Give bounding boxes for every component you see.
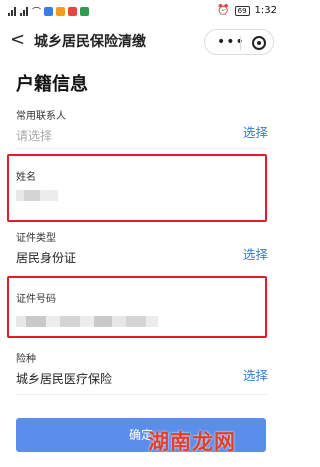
app-icon xyxy=(68,7,78,16)
id-type-select-button[interactable]: 选择 xyxy=(243,244,268,263)
app-icon xyxy=(80,7,90,16)
contact-label: 常用联系人 xyxy=(16,111,66,122)
signal-icon-2 xyxy=(20,7,29,16)
watermark-logo: 湖南龙网 xyxy=(148,424,282,460)
id-type-label: 证件类型 xyxy=(16,233,56,244)
app-icon xyxy=(56,7,66,16)
page-title: 户籍信息 xyxy=(16,74,88,95)
insurance-value: 城乡居民医疗保险 xyxy=(16,372,113,386)
id-type-field[interactable]: 证件类型 居民身份证 选择 xyxy=(16,229,268,265)
battery-icon: 69 xyxy=(234,5,250,16)
highlight-box-name xyxy=(7,154,267,222)
close-icon[interactable] xyxy=(252,36,266,50)
nav-bar: < 城乡居民保险清缴 ••• xyxy=(0,24,285,58)
mini-program-capsule: ••• xyxy=(204,29,274,55)
contact-select-button[interactable]: 选择 xyxy=(243,122,268,141)
contact-field[interactable]: 常用联系人 请选择 选择 xyxy=(16,107,268,143)
nav-title: 城乡居民保险清缴 xyxy=(34,34,146,50)
status-icons-right: ⏰ 69 1:32 xyxy=(217,5,277,16)
app-icon xyxy=(44,7,54,16)
signal-icon xyxy=(8,7,17,16)
clock: 1:32 xyxy=(254,5,277,16)
id-type-value: 居民身份证 xyxy=(16,251,77,265)
alarm-icon: ⏰ xyxy=(217,5,230,16)
insurance-field[interactable]: 险种 城乡居民医疗保险 选择 xyxy=(16,350,268,386)
contact-placeholder: 请选择 xyxy=(16,129,53,143)
status-bar: ⌒ ⏰ 69 1:32 xyxy=(0,0,285,22)
divider xyxy=(16,148,268,149)
watermark-text: 湖南龙网 xyxy=(148,430,236,454)
back-icon[interactable]: < xyxy=(10,30,28,50)
wifi-icon: ⌒ xyxy=(32,8,42,18)
insurance-select-button[interactable]: 选择 xyxy=(243,365,268,384)
highlight-box-id-number xyxy=(7,276,267,338)
capsule-divider xyxy=(240,36,241,50)
status-icons-left: ⌒ xyxy=(8,5,90,18)
divider xyxy=(16,394,268,395)
insurance-label: 险种 xyxy=(16,354,36,365)
